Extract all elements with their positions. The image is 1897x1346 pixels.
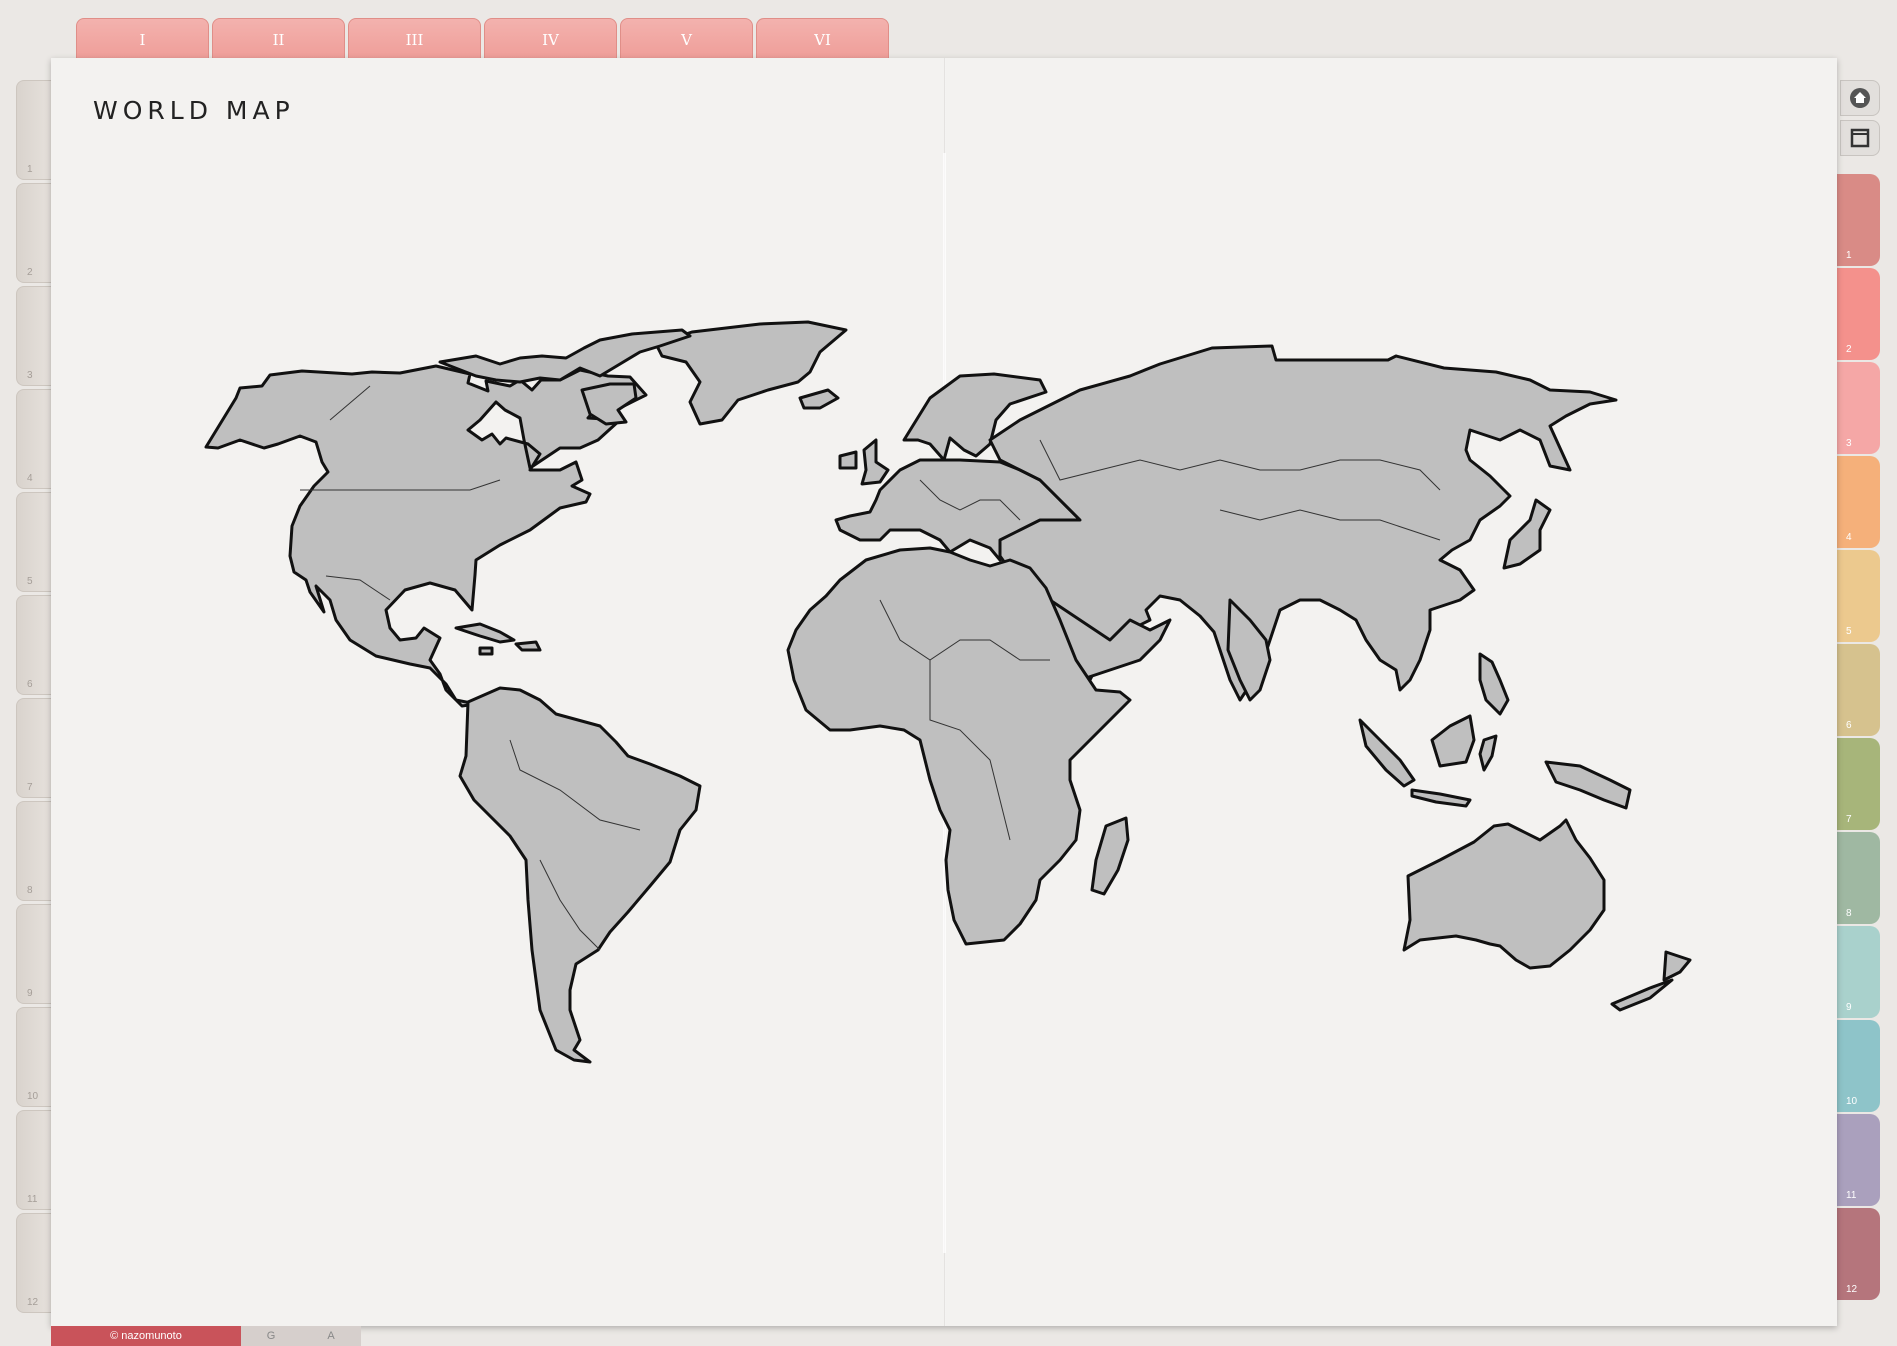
page-icon (1850, 128, 1870, 148)
japan (1502, 498, 1552, 570)
left-tab-12[interactable]: 12 (16, 1213, 56, 1313)
left-tab-9[interactable]: 9 (16, 904, 56, 1004)
left-tab-label: 5 (27, 576, 33, 587)
right-tab-label: 2 (1846, 344, 1852, 355)
right-tab-label: 1 (1846, 250, 1852, 261)
right-tab-3[interactable]: 3 (1836, 362, 1880, 454)
right-tab-6[interactable]: 6 (1836, 644, 1880, 736)
sumatra (1358, 718, 1416, 788)
hispaniola (514, 640, 542, 652)
australia (1402, 818, 1606, 970)
sulawesi (1478, 734, 1498, 772)
top-tab-3[interactable]: III (348, 18, 481, 60)
south-america (458, 686, 702, 1064)
left-tab-label: 8 (27, 885, 33, 896)
cuba (454, 622, 516, 644)
bottom-bar: © nazomunoto G A (51, 1326, 361, 1346)
right-tab-1[interactable]: 1 (1836, 174, 1880, 266)
jamaica (478, 646, 494, 656)
right-tab-4[interactable]: 4 (1836, 456, 1880, 548)
right-tab-12[interactable]: 12 (1836, 1208, 1880, 1300)
ireland (838, 450, 858, 470)
top-tab-bar: I II III IV V VI (76, 18, 892, 60)
left-tab-label: 11 (27, 1194, 38, 1205)
top-tab-1[interactable]: I (76, 18, 209, 60)
north-america (204, 364, 648, 708)
top-tab-2[interactable]: II (212, 18, 345, 60)
bottom-tab-a[interactable]: A (301, 1326, 361, 1346)
iceland (798, 388, 840, 410)
right-tab-2[interactable]: 2 (1836, 268, 1880, 360)
bottom-tab-g[interactable]: G (241, 1326, 301, 1346)
page-button[interactable] (1840, 120, 1880, 156)
left-tab-label: 7 (27, 782, 33, 793)
left-tab-8[interactable]: 8 (16, 801, 56, 901)
right-tab-label: 7 (1846, 814, 1852, 825)
new-zealand (1662, 950, 1692, 982)
home-button[interactable] (1840, 80, 1880, 116)
arctic-islands (438, 328, 692, 384)
right-tab-10[interactable]: 10 (1836, 1020, 1880, 1112)
top-tab-6[interactable]: VI (756, 18, 889, 60)
left-tab-label: 6 (27, 679, 33, 690)
right-tab-label: 8 (1846, 908, 1852, 919)
home-icon (1850, 88, 1870, 108)
new-zealand-south (1610, 978, 1674, 1012)
right-tab-11[interactable]: 11 (1836, 1114, 1880, 1206)
left-tab-label: 3 (27, 370, 33, 381)
right-tab-label: 9 (1846, 1002, 1852, 1013)
left-tab-label: 9 (27, 988, 33, 999)
left-tab-label: 10 (27, 1091, 39, 1102)
left-tab-11[interactable]: 11 (16, 1110, 56, 1210)
top-tab-5[interactable]: V (620, 18, 753, 60)
new-guinea (1544, 760, 1632, 810)
left-tab-label: 1 (27, 164, 33, 175)
britain (860, 438, 890, 486)
right-tab-label: 6 (1846, 720, 1852, 731)
right-tab-8[interactable]: 8 (1836, 832, 1880, 924)
left-tab-5[interactable]: 5 (16, 492, 56, 592)
left-tab-label: 2 (27, 267, 33, 278)
left-tab-7[interactable]: 7 (16, 698, 56, 798)
copyright-tab: © nazomunoto (51, 1326, 241, 1346)
right-tab-label: 3 (1846, 438, 1852, 449)
left-tab-6[interactable]: 6 (16, 595, 56, 695)
notebook-page: WORLD MAP (51, 58, 1837, 1326)
right-tab-7[interactable]: 7 (1836, 738, 1880, 830)
borneo (1430, 714, 1476, 768)
left-tab-label: 12 (27, 1297, 39, 1308)
left-tab-1[interactable]: 1 (16, 80, 56, 180)
left-tab-10[interactable]: 10 (16, 1007, 56, 1107)
right-tab-label: 12 (1846, 1284, 1858, 1295)
world-map (204, 320, 1692, 1064)
madagascar (1090, 816, 1130, 896)
left-tab-3[interactable]: 3 (16, 286, 56, 386)
left-tab-2[interactable]: 2 (16, 183, 56, 283)
left-month-tabs: 1 2 3 4 5 6 7 8 9 10 11 12 (16, 80, 56, 1316)
right-tab-label: 5 (1846, 626, 1852, 637)
philippines (1478, 652, 1510, 716)
right-tab-5[interactable]: 5 (1836, 550, 1880, 642)
right-tab-label: 11 (1846, 1190, 1857, 1201)
left-tab-4[interactable]: 4 (16, 389, 56, 489)
right-tab-label: 4 (1846, 532, 1852, 543)
right-month-tabs: 1 2 3 4 5 6 7 8 9 10 11 12 (1836, 174, 1880, 1302)
left-tab-label: 4 (27, 473, 33, 484)
top-tab-4[interactable]: IV (484, 18, 617, 60)
java (1410, 788, 1472, 808)
right-tab-label: 10 (1846, 1096, 1858, 1107)
right-tab-9[interactable]: 9 (1836, 926, 1880, 1018)
